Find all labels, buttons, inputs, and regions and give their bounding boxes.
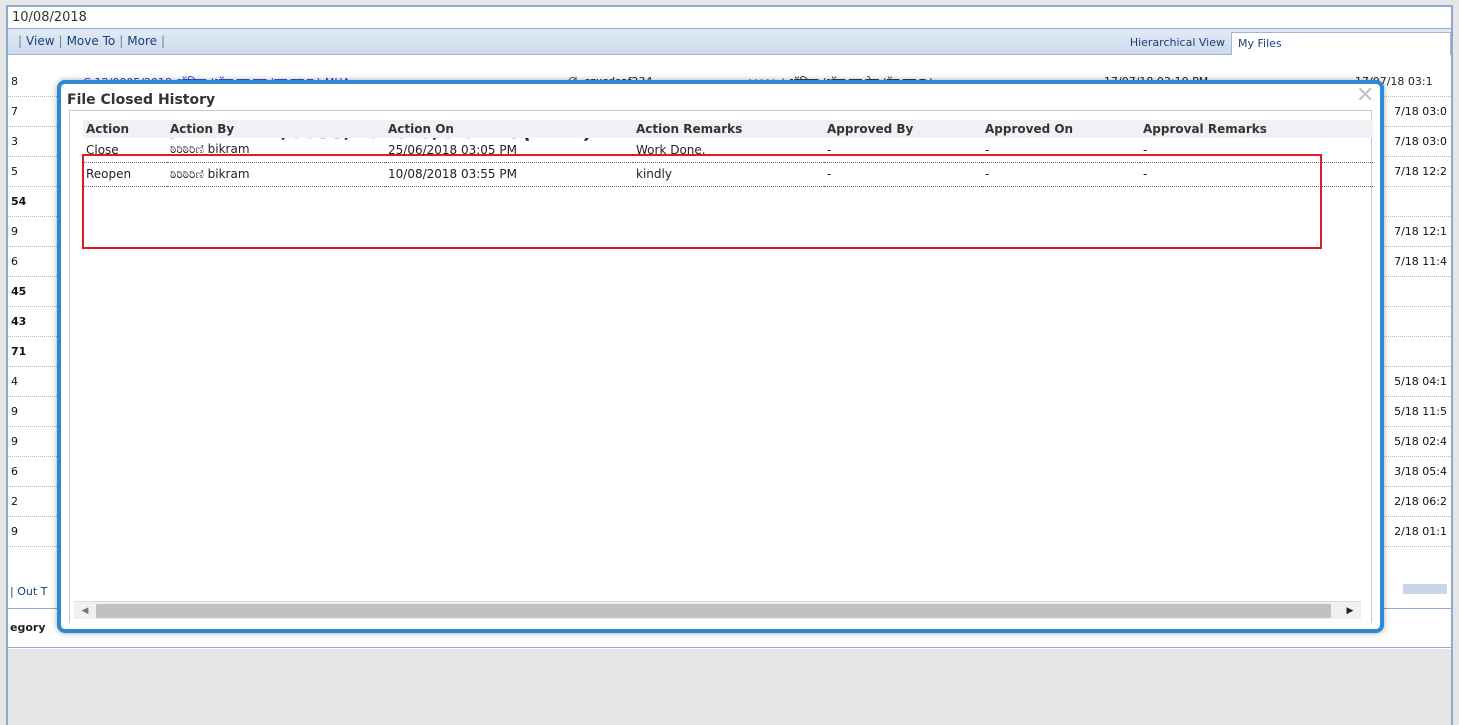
table-row: Close ಠಿರಿಠಿರಿಣಿ bikram 25/06/2018 03:05… <box>83 138 1373 163</box>
cell-approval-remarks: - <box>1140 162 1373 187</box>
cell-approved-on: - <box>982 138 1140 163</box>
table-row: Reopen ಠಿರಿಠಿರಿಣಿ bikram 10/08/2018 03:5… <box>83 162 1373 187</box>
column-header: Action By <box>167 120 385 138</box>
close-icon[interactable]: ✕ <box>1356 85 1374 107</box>
category-label: egory <box>10 621 46 634</box>
cell-action-on: 25/06/2018 03:05 PM <box>385 138 633 163</box>
column-header: Action On <box>385 120 633 138</box>
table-header-row: Action Action By Action On Action Remark… <box>83 120 1373 138</box>
cell-approved-on: - <box>982 162 1140 187</box>
dialog-title: File Closed History <box>67 92 216 108</box>
tab-my-files[interactable]: My Files <box>1231 32 1451 55</box>
cell-action-remarks: Work Done. <box>633 138 824 163</box>
out-tab[interactable]: | Out T <box>10 585 47 598</box>
view-tabs: Hierarchical View My Files <box>1124 32 1451 55</box>
scrollbar-thumb[interactable] <box>96 604 1331 618</box>
column-header: Approved By <box>824 120 982 138</box>
cell-action: Reopen <box>83 162 167 187</box>
history-table: Action Action By Action On Action Remark… <box>83 120 1373 187</box>
cell-action-by: ಠಿರಿಠಿರಿಣಿ bikram <box>167 138 385 163</box>
dialog-content: FILE NUMBER - A/0033/2018-O/o of HS(MHA)… <box>69 110 1373 623</box>
scroll-left-arrow-icon[interactable]: ◀ <box>78 602 92 620</box>
cell-action: Close <box>83 138 167 163</box>
cell-approval-remarks: - <box>1140 138 1373 163</box>
tab-hierarchical-view[interactable]: Hierarchical View <box>1124 32 1231 55</box>
scrollbar-stub[interactable] <box>1403 584 1447 594</box>
toolbar-view-link[interactable]: View <box>26 34 54 48</box>
cell-approved-by: - <box>824 162 982 187</box>
toolbar-links: | View | Move To | More | <box>18 34 166 48</box>
horizontal-scrollbar[interactable]: ◀ ▶ <box>74 601 1361 619</box>
cell-action-by: ಠಿರಿಠಿರಿಣಿ bikram <box>167 162 385 187</box>
column-header: Action Remarks <box>633 120 824 138</box>
column-header: Action <box>83 120 167 138</box>
lower-area <box>8 649 1451 725</box>
column-header: Approved On <box>982 120 1140 138</box>
column-header: Approval Remarks <box>1140 120 1373 138</box>
toolbar: | View | Move To | More | Hierarchical View My… <box>8 29 1451 55</box>
date-header: 10/08/2018 <box>8 7 1451 29</box>
toolbar-more-link[interactable]: More <box>127 34 157 48</box>
scroll-right-arrow-icon[interactable]: ▶ <box>1343 602 1357 620</box>
cell-approved-by: - <box>824 138 982 163</box>
file-closed-history-dialog: File Closed History ✕ FILE NUMBER - A/00… <box>57 80 1384 633</box>
cell-action-remarks: kindly <box>633 162 824 187</box>
toolbar-move-to-link[interactable]: Move To <box>67 34 116 48</box>
cell-action-on: 10/08/2018 03:55 PM <box>385 162 633 187</box>
